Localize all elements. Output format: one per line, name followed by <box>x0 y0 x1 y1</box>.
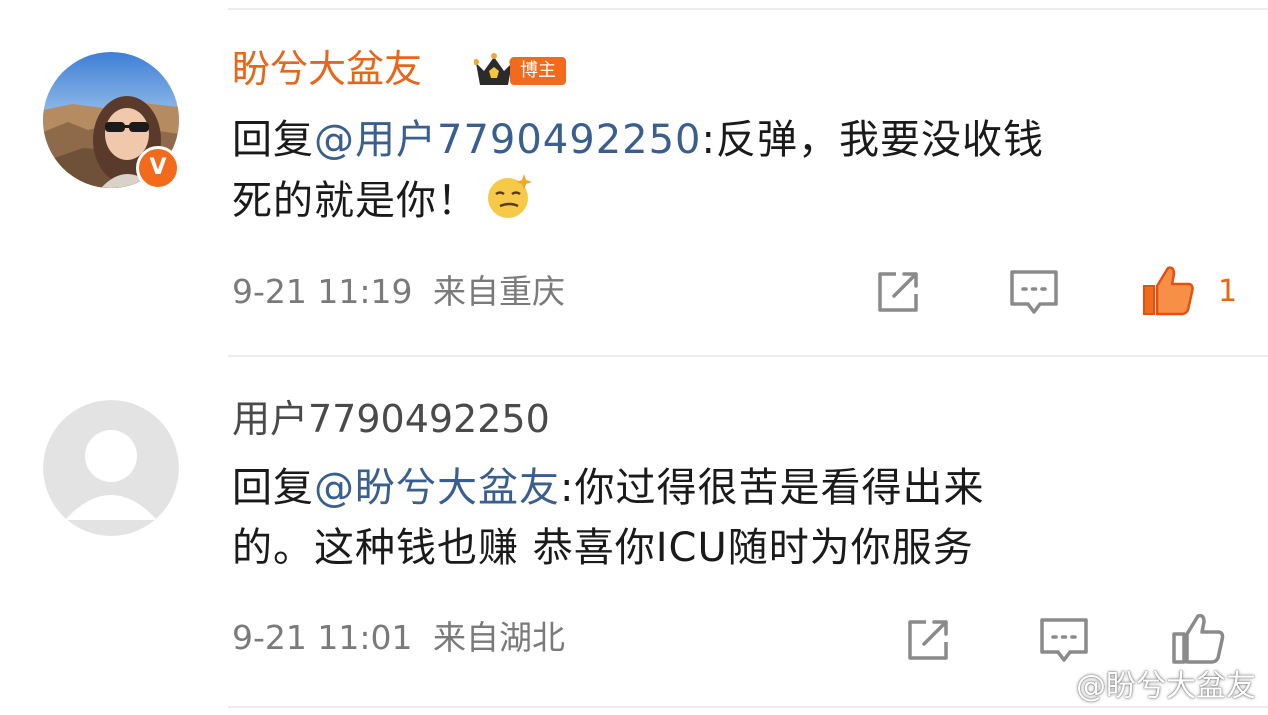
default-avatar-icon[interactable] <box>43 400 179 536</box>
blogger-badge: 博主 <box>474 53 566 89</box>
smug-face-emoji-icon <box>488 174 532 218</box>
weibo-watermark: @盼兮大盆友 <box>1026 669 1256 705</box>
like-icon[interactable] <box>1170 610 1226 666</box>
comment-meta: 9-21 11:19 来自重庆 <box>232 272 565 312</box>
location: 来自重庆 <box>433 272 565 311</box>
comment-meta: 9-21 11:01 来自湖北 <box>232 618 565 658</box>
username[interactable]: 盼兮大盆友 <box>232 46 422 92</box>
timestamp: 9-21 11:01 <box>232 618 413 657</box>
divider <box>228 706 1268 708</box>
like-count: 1 <box>1218 274 1238 309</box>
reply-prefix: 回复 <box>232 465 314 511</box>
mention-link[interactable]: @盼兮大盆友 <box>314 465 560 511</box>
comment-text: 回复@用户7790492250:反弹，我要没收钱 死的就是你！ <box>232 110 1222 231</box>
mention-link[interactable]: @用户7790492250 <box>314 117 702 163</box>
weibo-logo-icon <box>1026 672 1068 704</box>
watermark-text: @盼兮大盆友 <box>1076 669 1256 704</box>
username[interactable]: 用户7790492250 <box>232 396 550 442</box>
share-icon[interactable] <box>870 264 926 320</box>
verified-badge-icon: V <box>136 146 180 190</box>
like-icon-active[interactable] <box>1140 262 1196 318</box>
divider <box>228 8 1268 10</box>
reply-prefix: 回复 <box>232 117 314 163</box>
share-icon[interactable] <box>900 612 956 668</box>
crown-icon <box>474 53 514 85</box>
comment-icon[interactable] <box>1006 264 1062 320</box>
comment-icon[interactable] <box>1036 612 1092 668</box>
comment-text: 回复@盼兮大盆友:你过得很苦是看得出来 的。这种钱也赚 恭喜你ICU随时为你服务 <box>232 458 1222 578</box>
timestamp: 9-21 11:19 <box>232 272 413 311</box>
divider <box>228 355 1268 357</box>
blogger-badge-label: 博主 <box>510 57 566 85</box>
location: 来自湖北 <box>433 618 565 657</box>
